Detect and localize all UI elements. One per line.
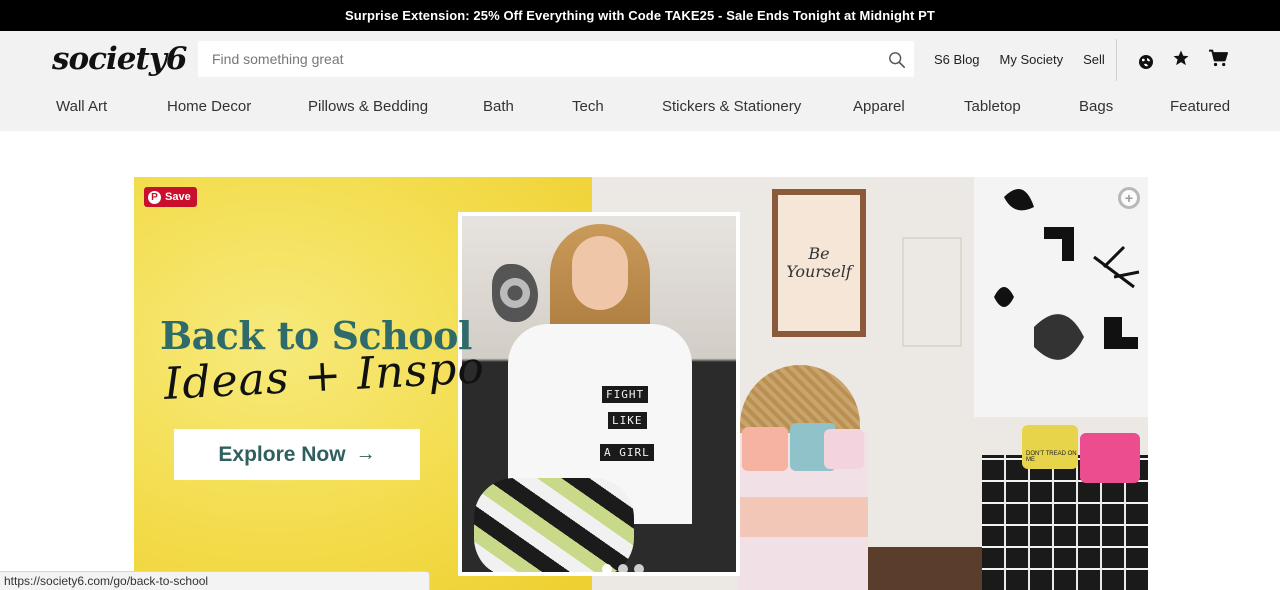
search-input[interactable] [198,41,878,77]
pillow-yellow: DON'T TREAD ON ME [1022,425,1078,469]
nav-wall-art[interactable]: Wall Art [56,98,107,115]
site-header: society6 S6 Blog My Society Sell Wall Ar… [0,31,1280,131]
status-bar-url: https://society6.com/go/back-to-school [0,571,430,590]
zoom-plus-icon[interactable]: + [1118,187,1140,209]
pillow-pink [742,427,788,471]
search-bar [198,41,914,77]
my-society-link[interactable]: My Society [1000,52,1064,67]
promo-text: Surprise Extension: 25% Off Everything w… [345,8,935,23]
pillow-text: DON'T TREAD ON ME [1026,451,1077,463]
cart-icon[interactable] [1208,48,1228,68]
nav-pillows-bedding[interactable]: Pillows & Bedding [308,98,428,115]
nav-tabletop[interactable]: Tabletop [964,98,1021,115]
blog-link[interactable]: S6 Blog [934,52,980,67]
pinterest-icon: P [148,190,161,204]
featured-photo-card: FIGHT LIKE A GIRL [458,212,740,576]
nav-apparel[interactable]: Apparel [853,98,905,115]
nav-featured[interactable]: Featured [1170,98,1230,115]
carousel-dot[interactable] [618,564,628,572]
featured-photo: FIGHT LIKE A GIRL [462,216,736,572]
nav-bags[interactable]: Bags [1079,98,1113,115]
explore-now-button[interactable]: Explore Now → [174,429,420,480]
wall-molding [902,237,962,347]
explore-now-label: Explore Now [218,442,346,466]
category-nav: Wall Art Home Decor Pillows & Bedding Ba… [0,98,1280,120]
shirt-text-line: A GIRL [600,444,654,461]
nav-tech[interactable]: Tech [572,98,604,115]
arrow-right-icon: → [355,443,376,465]
bed-left-blanket [738,497,868,537]
nav-bath[interactable]: Bath [483,98,514,115]
floor [868,547,982,590]
shirt-text-line: LIKE [608,412,647,429]
carousel-dot[interactable] [634,564,644,572]
header-links: S6 Blog My Society Sell [934,52,1105,67]
person-face [572,236,628,310]
pinterest-save-button[interactable]: P Save [144,187,197,207]
society6-logo[interactable]: society6 [52,41,187,77]
shirt-text-line: FIGHT [602,386,649,403]
star-icon[interactable] [1171,48,1191,68]
header-divider [1116,39,1117,81]
nav-stickers-stationery[interactable]: Stickers & Stationery [662,98,801,115]
carousel-dot-active[interactable] [602,564,612,572]
carousel-dots [602,564,644,572]
hero-banner[interactable]: Be Yourself DON'T TREAD ON ME FIGHT LIKE… [134,177,1148,590]
pillow-light [824,429,864,469]
wall-tapestry [974,177,1148,417]
pinterest-save-label: Save [165,191,191,203]
promo-banner[interactable]: Surprise Extension: 25% Off Everything w… [0,0,1280,31]
pillow-magenta [1080,433,1140,483]
patterned-blanket [474,478,634,572]
art-print-frame: Be Yourself [772,189,866,337]
art-print-text: Be Yourself [778,195,860,331]
search-icon[interactable] [888,51,906,69]
sell-link[interactable]: Sell [1083,52,1105,67]
globe-icon[interactable] [1136,52,1156,72]
nav-home-decor[interactable]: Home Decor [167,98,251,115]
